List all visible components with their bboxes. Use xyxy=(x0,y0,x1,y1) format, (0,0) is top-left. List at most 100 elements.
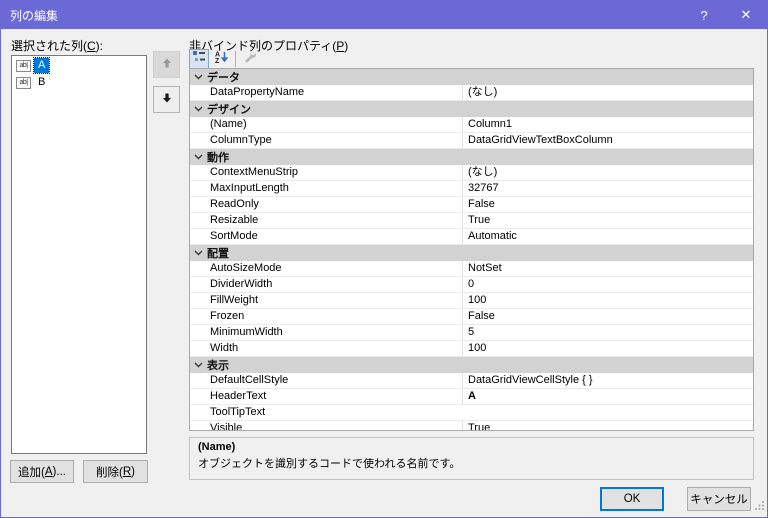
property-value[interactable]: 100 xyxy=(462,341,753,356)
property-row[interactable]: ToolTipText xyxy=(190,405,753,421)
property-row[interactable]: Width 100 xyxy=(190,341,753,357)
property-name: MaxInputLength xyxy=(210,182,289,194)
category-label: 動作 xyxy=(207,152,229,164)
property-row[interactable]: DefaultCellStyle DataGridViewCellStyle { … xyxy=(190,373,753,389)
category-row[interactable]: 動作 xyxy=(190,149,753,165)
column-list-item[interactable]: ab| A xyxy=(13,57,145,74)
property-name: Frozen xyxy=(210,310,245,322)
property-name: Resizable xyxy=(210,214,259,226)
property-row[interactable]: MinimumWidth 5 xyxy=(190,325,753,341)
textbox-column-icon: ab| xyxy=(16,59,31,72)
property-description-pane: (Name) オブジェクトを識別するコードで使われる名前です。 xyxy=(189,437,754,480)
property-row[interactable]: MaxInputLength 32767 xyxy=(190,181,753,197)
category-row[interactable]: デザイン xyxy=(190,101,753,117)
column-item-label: B xyxy=(38,76,46,88)
property-row[interactable]: (Name) Column1 xyxy=(190,117,753,133)
property-name: (Name) xyxy=(210,118,247,130)
description-text: オブジェクトを識別するコードで使われる名前です。 xyxy=(198,458,461,470)
toolbar-separator xyxy=(235,51,236,67)
property-name: Width xyxy=(210,342,239,354)
property-row[interactable]: ColumnType DataGridViewTextBoxColumn xyxy=(190,133,753,149)
alphabetical-sort-icon: A Z xyxy=(214,50,229,69)
remove-button[interactable]: 削除(R) xyxy=(83,460,148,483)
chevron-down-icon xyxy=(190,250,207,256)
edit-columns-dialog: 列の編集 ? ✕ 選択された列(C): ab| Aab| B 非バインド列のプロパテ… xyxy=(0,0,768,518)
add-button[interactable]: 追加(A)... xyxy=(10,460,74,483)
down-arrow-icon xyxy=(161,91,173,109)
property-name: ToolTipText xyxy=(210,406,266,418)
move-down-button[interactable] xyxy=(153,86,180,113)
property-row[interactable]: DividerWidth 0 xyxy=(190,277,753,293)
category-label: 表示 xyxy=(207,360,229,372)
property-pages-wrench-icon xyxy=(243,50,257,69)
property-value[interactable]: True xyxy=(462,421,753,430)
property-value[interactable]: False xyxy=(462,309,753,324)
categorized-button[interactable] xyxy=(189,49,209,69)
titlebar: 列の編集 ? ✕ xyxy=(1,1,767,29)
property-value[interactable]: DataGridViewTextBoxColumn xyxy=(462,133,753,148)
ok-button[interactable]: OK xyxy=(600,487,664,511)
property-row[interactable]: ReadOnly False xyxy=(190,197,753,213)
column-list-item[interactable]: ab| B xyxy=(13,74,145,91)
property-row[interactable]: Frozen False xyxy=(190,309,753,325)
property-value[interactable]: A xyxy=(462,389,753,404)
property-name: ColumnType xyxy=(210,134,272,146)
category-label: 配置 xyxy=(207,248,229,260)
move-up-button[interactable] xyxy=(153,51,180,78)
property-value[interactable]: NotSet xyxy=(462,261,753,276)
category-row[interactable]: 表示 xyxy=(190,357,753,373)
chevron-down-icon xyxy=(190,362,207,368)
property-value[interactable]: 100 xyxy=(462,293,753,308)
property-row[interactable]: Resizable True xyxy=(190,213,753,229)
property-value[interactable]: (なし) xyxy=(462,85,753,100)
chevron-down-icon xyxy=(190,154,207,160)
property-row[interactable]: DataPropertyName (なし) xyxy=(190,85,753,101)
property-row[interactable]: Visible True xyxy=(190,421,753,431)
category-label: デザイン xyxy=(207,104,251,116)
property-name: DefaultCellStyle xyxy=(210,374,289,386)
property-value[interactable]: Column1 xyxy=(462,117,753,132)
property-value[interactable]: True xyxy=(462,213,753,228)
cancel-button[interactable]: キャンセル xyxy=(687,487,751,511)
close-button[interactable]: ✕ xyxy=(725,1,767,29)
chevron-down-icon xyxy=(190,106,207,112)
property-value[interactable]: 0 xyxy=(462,277,753,292)
property-name: DataPropertyName xyxy=(210,86,305,98)
property-row[interactable]: AutoSizeMode NotSet xyxy=(190,261,753,277)
property-name: DividerWidth xyxy=(210,278,273,290)
property-value[interactable]: Automatic xyxy=(462,229,753,244)
property-name: ContextMenuStrip xyxy=(210,166,299,178)
property-grid-rows: データ DataPropertyName (なし) デザイン (Name) Column1… xyxy=(190,69,753,431)
property-row[interactable]: FillWeight 100 xyxy=(190,293,753,309)
property-name: FillWeight xyxy=(210,294,259,306)
property-value[interactable]: False xyxy=(462,197,753,212)
property-value[interactable]: 32767 xyxy=(462,181,753,196)
property-row[interactable]: HeaderText A xyxy=(190,389,753,405)
property-value[interactable]: (なし) xyxy=(462,165,753,180)
property-name: Visible xyxy=(210,422,243,431)
property-row[interactable]: ContextMenuStrip (なし) xyxy=(190,165,753,181)
property-grid-toolbar: A Z xyxy=(189,49,262,69)
property-row[interactable]: SortMode Automatic xyxy=(190,229,753,245)
help-button[interactable]: ? xyxy=(683,1,725,29)
property-name: SortMode xyxy=(210,230,258,242)
alphabetical-sort-button[interactable]: A Z xyxy=(211,49,231,69)
property-value[interactable]: 5 xyxy=(462,325,753,340)
property-value[interactable]: DataGridViewCellStyle { } xyxy=(462,373,753,388)
categorized-icon xyxy=(192,50,206,69)
svg-text:Z: Z xyxy=(215,58,220,64)
category-label: データ xyxy=(207,72,240,84)
column-list[interactable]: ab| Aab| B xyxy=(11,55,147,454)
resize-grip-icon[interactable] xyxy=(755,497,765,515)
column-item-label: A xyxy=(32,57,51,74)
up-arrow-icon xyxy=(161,56,173,74)
category-row[interactable]: データ xyxy=(190,69,753,85)
property-grid[interactable]: データ DataPropertyName (なし) デザイン (Name) Column1… xyxy=(189,68,754,431)
category-row[interactable]: 配置 xyxy=(190,245,753,261)
property-pages-button[interactable] xyxy=(240,49,260,69)
property-name: ReadOnly xyxy=(210,198,259,210)
textbox-column-icon: ab| xyxy=(16,76,31,89)
description-title: (Name) xyxy=(198,441,236,453)
property-name: MinimumWidth xyxy=(210,326,283,338)
chevron-down-icon xyxy=(190,74,207,80)
